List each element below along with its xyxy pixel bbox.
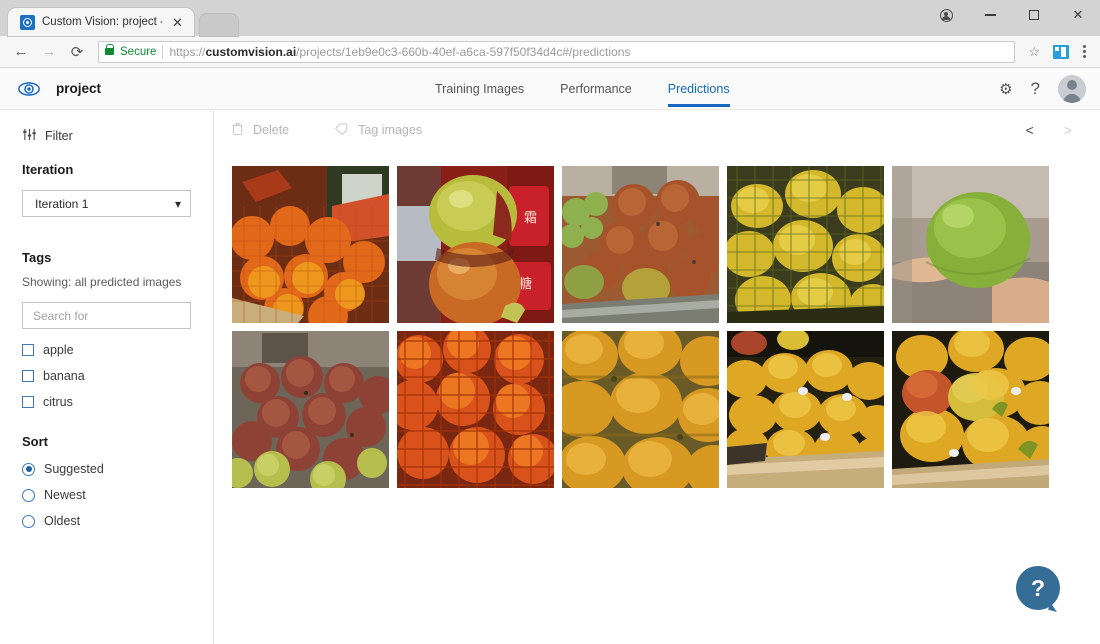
tag-checkbox-apple[interactable]: apple bbox=[22, 343, 213, 357]
tab-predictions[interactable]: Predictions bbox=[650, 68, 748, 110]
checkbox-icon[interactable] bbox=[22, 344, 34, 356]
tags-heading: Tags bbox=[22, 250, 213, 265]
lock-icon bbox=[105, 48, 114, 55]
svg-text:霜: 霜 bbox=[524, 210, 537, 225]
address-bar[interactable]: Secure https://customvision.ai/projects/… bbox=[98, 41, 1015, 63]
delete-button[interactable]: Delete bbox=[232, 122, 335, 138]
help-bubble-button[interactable]: ? bbox=[1016, 566, 1062, 612]
prediction-image-tile[interactable] bbox=[727, 166, 884, 323]
filter-label: Filter bbox=[45, 129, 73, 143]
custom-vision-favicon bbox=[20, 15, 35, 30]
custom-vision-app: project Training Images Performance Pred… bbox=[0, 68, 1100, 644]
forward-icon[interactable]: → bbox=[36, 39, 62, 65]
tag-label: banana bbox=[43, 369, 85, 383]
sort-option-label: Newest bbox=[44, 488, 86, 502]
prediction-image-tile[interactable] bbox=[562, 331, 719, 488]
pagination: < > bbox=[1026, 110, 1072, 150]
tab-training-images[interactable]: Training Images bbox=[417, 68, 542, 110]
sidebar: Filter Iteration Iteration 1 ▾ Tags Show… bbox=[0, 110, 214, 644]
tag-label: citrus bbox=[43, 395, 73, 409]
tags-section: Tags Showing: all predicted images apple… bbox=[22, 250, 213, 409]
prediction-image-tile[interactable] bbox=[892, 166, 1049, 323]
sort-option-label: Oldest bbox=[44, 514, 80, 528]
iteration-heading: Iteration bbox=[22, 162, 213, 177]
maximize-icon[interactable] bbox=[1012, 0, 1056, 30]
app-nav-tabs: Training Images Performance Predictions bbox=[417, 68, 748, 110]
prediction-image-tile[interactable] bbox=[562, 166, 719, 323]
iteration-select[interactable]: Iteration 1 ▾ bbox=[22, 190, 191, 217]
custom-vision-eye-logo-icon bbox=[16, 76, 42, 102]
bubble-tail-icon bbox=[1048, 602, 1059, 612]
prediction-image-tile[interactable] bbox=[232, 166, 389, 323]
filter-icon bbox=[22, 128, 37, 144]
sort-option-label: Suggested bbox=[44, 462, 104, 476]
prediction-image-tile[interactable] bbox=[727, 331, 884, 488]
tab-title: Custom Vision: project - bbox=[42, 16, 162, 28]
prediction-image-tile[interactable]: 霜糖 bbox=[397, 166, 554, 323]
radio-icon[interactable] bbox=[22, 489, 35, 502]
tag-images-button[interactable]: Tag images bbox=[335, 123, 468, 138]
secure-label: Secure bbox=[120, 46, 156, 58]
image-toolbar: Delete Tag images < > bbox=[214, 110, 1100, 150]
tag-checkbox-citrus[interactable]: citrus bbox=[22, 395, 213, 409]
radio-icon[interactable] bbox=[22, 515, 35, 528]
checkbox-icon[interactable] bbox=[22, 370, 34, 382]
app-header: project Training Images Performance Pred… bbox=[0, 68, 1100, 110]
prev-page-button[interactable]: < bbox=[1026, 122, 1034, 138]
minimize-icon[interactable] bbox=[968, 0, 1012, 30]
sort-option-newest[interactable]: Newest bbox=[22, 488, 213, 502]
tab-strip: Custom Vision: project - ✕ bbox=[0, 0, 238, 36]
search-input[interactable] bbox=[33, 309, 180, 323]
sort-option-oldest[interactable]: Oldest bbox=[22, 514, 213, 528]
app-body: Filter Iteration Iteration 1 ▾ Tags Show… bbox=[0, 110, 1100, 644]
tag-search-box[interactable] bbox=[22, 302, 191, 329]
reload-icon[interactable]: ⟳ bbox=[64, 39, 90, 65]
sort-heading: Sort bbox=[22, 434, 213, 449]
radio-icon[interactable] bbox=[22, 463, 35, 476]
page-title: project bbox=[56, 81, 101, 96]
close-icon[interactable]: ✕ bbox=[169, 14, 186, 31]
header-icon-group: ⚙ ? bbox=[999, 68, 1086, 110]
new-tab-button[interactable] bbox=[200, 14, 238, 36]
prediction-image-tile[interactable] bbox=[892, 331, 1049, 488]
prediction-image-grid: 霜糖 bbox=[214, 150, 1100, 488]
back-icon[interactable]: ← bbox=[8, 39, 34, 65]
profile-icon[interactable] bbox=[924, 0, 968, 30]
help-icon[interactable]: ? bbox=[1031, 79, 1040, 99]
tab-performance[interactable]: Performance bbox=[542, 68, 650, 110]
main-content: Delete Tag images < > bbox=[214, 110, 1100, 644]
browser-tab[interactable]: Custom Vision: project - ✕ bbox=[8, 8, 194, 36]
bookmark-star-icon[interactable]: ☆ bbox=[1023, 44, 1045, 60]
tag-label: apple bbox=[43, 343, 74, 357]
browser-titlebar: Custom Vision: project - ✕ ✕ bbox=[0, 0, 1100, 36]
sort-section: Sort Suggested Newest Oldest bbox=[22, 434, 213, 528]
next-page-button[interactable]: > bbox=[1064, 122, 1072, 138]
extension-icon[interactable] bbox=[1053, 45, 1069, 59]
prediction-image-tile[interactable] bbox=[232, 331, 389, 488]
checkbox-icon[interactable] bbox=[22, 396, 34, 408]
browser-toolbar: ← → ⟳ Secure https://customvision.ai/pro… bbox=[0, 36, 1100, 68]
browser-window: Custom Vision: project - ✕ ✕ ← → ⟳ Secur… bbox=[0, 0, 1100, 644]
avatar[interactable] bbox=[1058, 75, 1086, 103]
tag-checkbox-banana[interactable]: banana bbox=[22, 369, 213, 383]
chrome-menu-icon[interactable] bbox=[1077, 45, 1092, 58]
tag-icon bbox=[335, 123, 348, 138]
close-window-icon[interactable]: ✕ bbox=[1056, 0, 1100, 30]
delete-label: Delete bbox=[253, 123, 289, 137]
window-controls: ✕ bbox=[924, 0, 1100, 30]
tag-images-label: Tag images bbox=[358, 123, 422, 137]
prediction-image-tile[interactable] bbox=[397, 331, 554, 488]
iteration-selected-value: Iteration 1 bbox=[35, 197, 88, 211]
trash-icon bbox=[232, 122, 243, 138]
sort-option-suggested[interactable]: Suggested bbox=[22, 462, 213, 476]
gear-icon[interactable]: ⚙ bbox=[999, 80, 1012, 98]
omnibox-divider bbox=[162, 45, 163, 59]
showing-status: Showing: all predicted images bbox=[22, 275, 213, 289]
filter-header: Filter bbox=[22, 128, 213, 144]
chevron-down-icon: ▾ bbox=[175, 197, 181, 211]
url-text: https://customvision.ai/projects/1eb9e0c… bbox=[169, 45, 630, 59]
